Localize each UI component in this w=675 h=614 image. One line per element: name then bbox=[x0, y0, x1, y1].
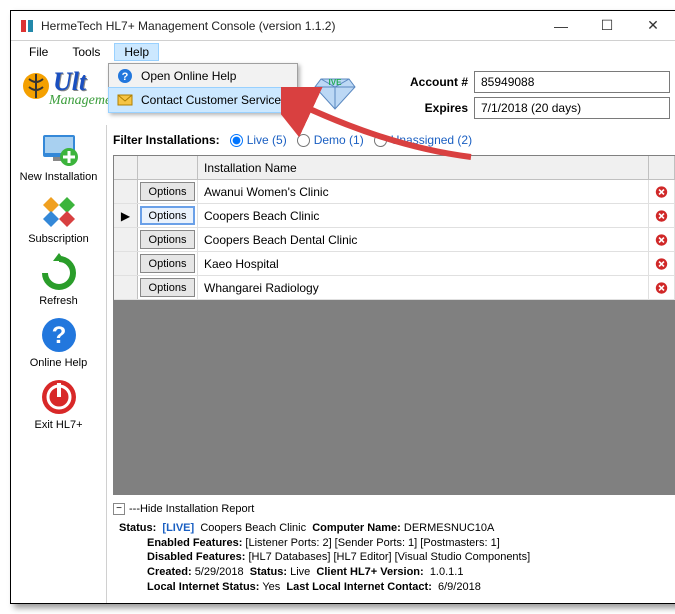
row-delete-cell bbox=[649, 276, 675, 299]
refresh-icon bbox=[39, 253, 79, 293]
row-name: Whangarei Radiology bbox=[198, 276, 649, 299]
grid-header-options bbox=[138, 156, 198, 180]
menu-tools[interactable]: Tools bbox=[62, 43, 110, 61]
menu-item-label: Contact Customer Service bbox=[141, 93, 281, 107]
power-icon bbox=[39, 377, 79, 417]
menu-file[interactable]: File bbox=[19, 43, 58, 61]
options-button[interactable]: Options bbox=[140, 254, 195, 273]
maximize-button[interactable]: ☐ bbox=[584, 12, 630, 40]
close-button[interactable]: ✕ bbox=[630, 12, 675, 40]
svg-text:IVE: IVE bbox=[329, 78, 343, 87]
sidebar-item-label: Exit HL7+ bbox=[15, 419, 103, 431]
installations-grid: Installation Name OptionsAwanui Women's … bbox=[113, 155, 675, 495]
sidebar-online-help[interactable]: ? Online Help bbox=[15, 315, 103, 369]
help-icon: ? bbox=[39, 315, 79, 355]
sidebar-item-label: Online Help bbox=[15, 357, 103, 369]
row-selector[interactable]: ▶ bbox=[114, 204, 138, 227]
window-title: HermeTech HL7+ Management Console (versi… bbox=[41, 19, 538, 33]
row-delete-cell bbox=[649, 180, 675, 203]
sidebar-new-installation[interactable]: New Installation bbox=[15, 129, 103, 183]
delete-icon[interactable] bbox=[655, 208, 668, 224]
row-name: Coopers Beach Dental Clinic bbox=[198, 228, 649, 251]
filter-live[interactable]: Live (5) bbox=[230, 133, 287, 147]
sidebar-subscription[interactable]: Subscription bbox=[15, 191, 103, 245]
row-delete-cell bbox=[649, 252, 675, 275]
table-row[interactable]: OptionsCoopers Beach Dental Clinic bbox=[114, 228, 675, 252]
filter-row: Filter Installations: Live (5) Demo (1) … bbox=[113, 129, 675, 151]
filter-demo-radio[interactable] bbox=[297, 134, 310, 147]
sidebar-refresh[interactable]: Refresh bbox=[15, 253, 103, 307]
row-options-cell: Options bbox=[138, 180, 198, 203]
sidebar-item-label: Refresh bbox=[15, 295, 103, 307]
row-selector[interactable] bbox=[114, 252, 138, 275]
options-button[interactable]: Options bbox=[140, 206, 195, 225]
sidebar-item-label: Subscription bbox=[15, 233, 103, 245]
caduceus-icon bbox=[21, 71, 51, 101]
menu-open-online-help[interactable]: ? Open Online Help bbox=[109, 64, 297, 88]
titlebar: HermeTech HL7+ Management Console (versi… bbox=[11, 11, 675, 41]
options-button[interactable]: Options bbox=[140, 182, 195, 201]
expires-label: Expires bbox=[396, 101, 468, 115]
filter-unassigned-radio[interactable] bbox=[374, 134, 387, 147]
filter-unassigned[interactable]: Unassigned (2) bbox=[374, 133, 472, 147]
table-row[interactable]: OptionsAwanui Women's Clinic bbox=[114, 180, 675, 204]
svg-text:?: ? bbox=[122, 71, 129, 83]
grid-header-name[interactable]: Installation Name bbox=[198, 156, 649, 180]
menu-item-label: Open Online Help bbox=[141, 69, 236, 83]
row-name: Kaeo Hospital bbox=[198, 252, 649, 275]
account-field[interactable] bbox=[474, 71, 670, 93]
row-name: Coopers Beach Clinic bbox=[198, 204, 649, 227]
row-name: Awanui Women's Clinic bbox=[198, 180, 649, 203]
svg-text:?: ? bbox=[51, 322, 66, 349]
sidebar: New Installation Subscription Refresh ? … bbox=[11, 125, 107, 603]
row-delete-cell bbox=[649, 204, 675, 227]
delete-icon[interactable] bbox=[655, 256, 668, 272]
help-dropdown: ? Open Online Help Contact Customer Serv… bbox=[108, 63, 298, 113]
table-row[interactable]: OptionsKaeo Hospital bbox=[114, 252, 675, 276]
report-toggle-label: ---Hide Installation Report bbox=[129, 503, 254, 515]
account-label: Account # bbox=[396, 75, 468, 89]
new-installation-icon bbox=[39, 129, 79, 169]
grid-empty-area bbox=[114, 300, 675, 494]
expires-field[interactable] bbox=[474, 97, 670, 119]
filter-demo[interactable]: Demo (1) bbox=[297, 133, 364, 147]
grid-header-selector bbox=[114, 156, 138, 180]
row-options-cell: Options bbox=[138, 204, 198, 227]
delete-icon[interactable] bbox=[655, 280, 668, 296]
options-button[interactable]: Options bbox=[140, 230, 195, 249]
minimize-button[interactable]: — bbox=[538, 12, 584, 40]
row-selector[interactable] bbox=[114, 276, 138, 299]
filter-label: Filter Installations: bbox=[113, 133, 220, 147]
app-icon bbox=[19, 18, 35, 34]
row-delete-cell bbox=[649, 228, 675, 251]
installation-report: Status: [LIVE] Coopers Beach Clinic Comp… bbox=[113, 519, 675, 599]
row-selector[interactable] bbox=[114, 180, 138, 203]
menubar: File Tools Help bbox=[11, 41, 675, 63]
sidebar-exit[interactable]: Exit HL7+ bbox=[15, 377, 103, 431]
delete-icon[interactable] bbox=[655, 184, 668, 200]
menu-help[interactable]: Help bbox=[114, 43, 159, 61]
help-icon: ? bbox=[117, 68, 133, 84]
row-options-cell: Options bbox=[138, 276, 198, 299]
report-toggle[interactable]: − ---Hide Installation Report bbox=[113, 499, 675, 519]
collapse-icon: − bbox=[113, 503, 125, 515]
grid-header-delete bbox=[649, 156, 675, 180]
row-options-cell: Options bbox=[138, 228, 198, 251]
subscription-icon bbox=[39, 191, 79, 231]
diamond-icon: IVE bbox=[313, 69, 357, 113]
filter-live-radio[interactable] bbox=[230, 134, 243, 147]
row-options-cell: Options bbox=[138, 252, 198, 275]
mail-icon bbox=[117, 92, 133, 108]
table-row[interactable]: OptionsWhangarei Radiology bbox=[114, 276, 675, 300]
delete-icon[interactable] bbox=[655, 232, 668, 248]
table-row[interactable]: ▶OptionsCoopers Beach Clinic bbox=[114, 204, 675, 228]
sidebar-item-label: New Installation bbox=[15, 171, 103, 183]
row-selector[interactable] bbox=[114, 228, 138, 251]
options-button[interactable]: Options bbox=[140, 278, 195, 297]
menu-contact-customer-service[interactable]: Contact Customer Service bbox=[108, 87, 298, 113]
